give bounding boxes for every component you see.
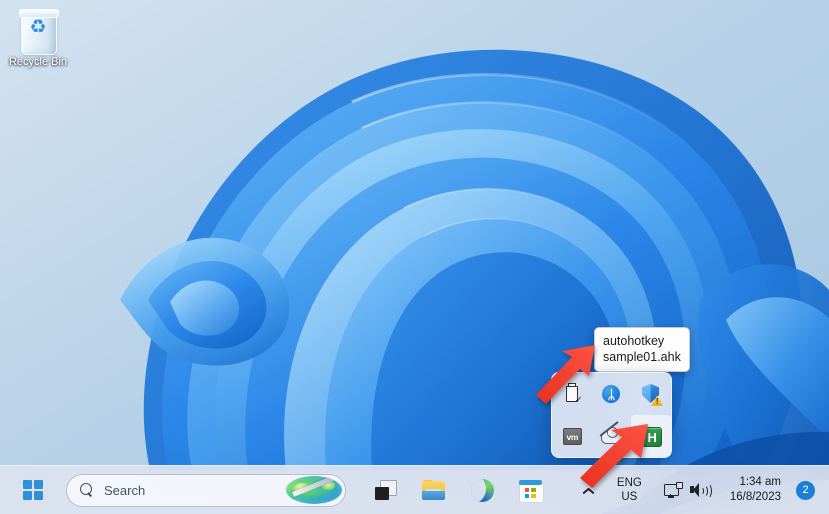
tray-overflow-popup[interactable]: ✓ ᛦ ! vm H [551,372,672,458]
tray-item-vmware[interactable]: vm [552,415,592,457]
desktop-wallpaper[interactable] [0,0,829,514]
folder-icon [422,480,446,500]
chevron-up-icon [583,484,595,496]
search-placeholder: Search [104,482,146,498]
bluetooth-icon: ᛦ [600,383,622,405]
tooltip-line-1: autohotkey [603,334,665,348]
windows-desktop-screen: ♻ Recycle Bin autohotkey sample01.ahk ✓ … [0,0,829,514]
tray-icon-tooltip: autohotkey sample01.ahk [594,327,690,372]
search-input[interactable]: Search [66,473,346,507]
file-explorer-button[interactable] [416,472,452,508]
tray-item-windows-security[interactable]: ! [631,373,671,415]
edge-icon [470,478,494,502]
tray-item-autohotkey[interactable]: H [631,415,671,457]
language-line-1: ENG [616,477,642,489]
microsoft-store-button[interactable] [512,472,548,508]
taskbar: Search ENG US 1:34 am 16/8/2023 2 [0,465,829,514]
task-view-button[interactable] [368,472,404,508]
desktop-icon-recycle-bin[interactable]: ♻ Recycle Bin [6,8,70,69]
tooltip-line-2: sample01.ahk [603,350,681,364]
show-hidden-icons-button[interactable] [576,471,602,509]
wallpaper-bloom-art [0,0,829,514]
start-button[interactable] [16,473,50,507]
autohotkey-icon-label: H [642,427,663,447]
vmware-icon: vm [561,425,583,447]
safely-remove-hardware-icon: ✓ [561,383,583,406]
microsoft-edge-button[interactable] [464,472,500,508]
onedrive-offline-icon [599,421,624,447]
language-indicator[interactable]: ENG US [602,471,657,509]
recycle-bin-icon: ♻ [17,8,59,55]
warning-badge-icon: ! [651,395,664,406]
volume-icon [689,482,712,499]
store-icon [518,479,544,503]
clock-button[interactable]: 1:34 am 16/8/2023 [717,471,796,509]
language-line-2: US [621,491,638,503]
clock-time: 1:34 am [739,476,781,488]
task-view-icon [375,480,397,500]
network-icon [663,482,683,498]
notification-badge[interactable]: 2 [796,480,815,500]
system-tray: ENG US 1:34 am 16/8/2023 2 [576,466,829,514]
desktop-icon-label: Recycle Bin [8,56,68,68]
tray-item-bluetooth[interactable]: ᛦ [592,373,632,415]
windows-security-shield-icon: ! [640,383,664,406]
windows-logo-icon [23,480,43,500]
search-icon [80,483,94,497]
vmware-icon-label: vm [562,428,582,445]
clock-date: 16/8/2023 [729,491,781,503]
tray-item-safely-remove-hardware[interactable]: ✓ [552,373,592,415]
autohotkey-icon: H [640,425,663,447]
quick-settings-button[interactable] [657,471,717,509]
tray-item-onedrive[interactable] [592,415,632,457]
search-highlight-orb-icon [286,475,342,504]
taskbar-app-buttons [368,472,548,508]
